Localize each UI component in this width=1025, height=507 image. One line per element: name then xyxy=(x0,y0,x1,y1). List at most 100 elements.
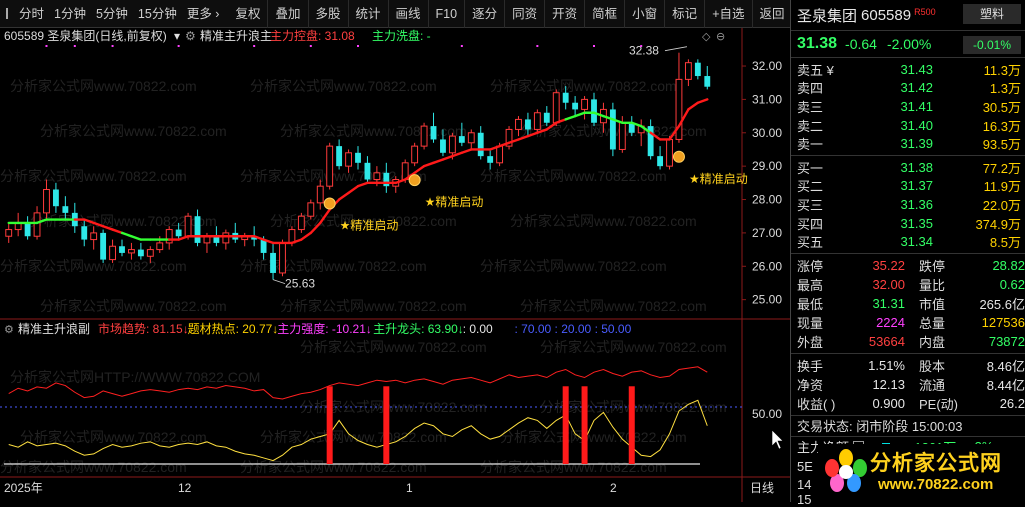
sub-indicator-name[interactable]: 精准主升浪副 xyxy=(18,321,90,336)
stat-row: 涨停 35.22 跌停 28.82 xyxy=(791,256,1025,275)
watermark-text: 分析家公式网www.70822.com xyxy=(240,459,427,475)
order-row: 卖二 31.40 16.3万 xyxy=(791,116,1025,135)
order-row: 买三 31.36 22.0万 xyxy=(791,195,1025,214)
stat-value: 8.44亿 xyxy=(986,377,1025,393)
candle-body xyxy=(270,252,276,273)
stat-value: 32.00 xyxy=(872,276,905,292)
order-price: 31.34 xyxy=(900,234,933,250)
stat-label: 股本 xyxy=(919,358,946,374)
tail-label: 14 xyxy=(797,477,812,493)
simple-frame-button[interactable]: 简框 xyxy=(585,0,626,28)
order-row: 买四 31.35 374.9万 xyxy=(791,214,1025,233)
watermark-text: 分析家公式网www.70822.com xyxy=(500,429,687,445)
order-label: 买四 xyxy=(797,216,824,232)
watermark-text: 分析家公式网www.70822.com xyxy=(40,123,227,139)
quote-stats: 涨停 35.22 跌停 28.82 最高 32.00 量比 0.62 最低 31.31 市值 265.… xyxy=(791,254,1025,354)
watermark-text: 分析家公式网www.70822.com xyxy=(480,258,667,274)
order-price: 31.38 xyxy=(900,159,933,175)
adjust-button[interactable]: 复权 xyxy=(228,0,269,28)
marker-dot xyxy=(73,45,76,47)
signal-bar xyxy=(628,386,635,464)
high-price-label: 32.38 xyxy=(629,44,659,58)
sub-indicator-label: 主升龙头: 63.90↓ xyxy=(373,322,464,336)
open-capital-button[interactable]: 开资 xyxy=(545,0,586,28)
by-minute-button[interactable]: 逐分 xyxy=(465,0,506,28)
stat-label: 跌停 xyxy=(919,258,946,274)
industry-tag[interactable]: 塑料 xyxy=(963,4,1021,24)
period-tab-15min[interactable]: 15分钟 xyxy=(133,0,182,28)
stat-label: 流通 xyxy=(919,377,946,393)
period-label[interactable]: 日线 xyxy=(750,481,774,495)
period-tab-1min[interactable]: 1分钟 xyxy=(49,0,91,28)
industry-change-pct[interactable]: -0.01% xyxy=(963,36,1021,54)
candle-body xyxy=(175,229,182,237)
candle-body xyxy=(552,92,560,124)
sub-indicator-label: 主力强度: -10.21↓ xyxy=(277,321,372,336)
order-label: 卖一 xyxy=(797,137,824,153)
draw-line-button[interactable]: 画线 xyxy=(389,0,429,28)
signal-bar xyxy=(326,386,333,464)
fundamental-stats: 换手 1.51% 股本 8.46亿 净资 12.13 流通 8.44亿 收益( ) 0.900 PE… xyxy=(791,354,1025,416)
overlay-button[interactable]: 叠加 xyxy=(268,0,309,28)
period-tab-minute[interactable]: 分时 xyxy=(14,0,49,28)
marker-dot xyxy=(536,45,539,47)
stat-label: PE(动) xyxy=(919,396,959,412)
stat-value: 265.6亿 xyxy=(979,296,1025,312)
stat-label: 外盘 xyxy=(797,334,824,350)
stat-label: 现量 xyxy=(797,315,824,331)
chart-svg[interactable]: 分析家公式网www.70822.com 分析家公式网www.70822.com … xyxy=(0,28,790,502)
back-button[interactable]: 返回 xyxy=(753,0,793,28)
candle-body xyxy=(146,249,154,257)
stat-value: 31.31 xyxy=(872,295,905,311)
stat-value: 73872 xyxy=(988,333,1025,349)
period-tab-more[interactable]: 更多 › xyxy=(182,0,225,28)
small-window-button[interactable]: 小窗 xyxy=(625,0,666,28)
money-bag-icon xyxy=(323,197,336,210)
candle-body xyxy=(81,226,88,240)
tail-label: 15 xyxy=(797,492,812,507)
candle-body xyxy=(609,109,616,150)
money-bag-icon xyxy=(672,150,685,163)
candle-body xyxy=(165,229,173,244)
statistics-button[interactable]: 统计 xyxy=(349,0,389,28)
stat-label: 内盘 xyxy=(919,334,946,350)
grid-icon[interactable] xyxy=(6,8,8,19)
collapse-icon[interactable]: ⊖ xyxy=(716,31,725,43)
chart-area[interactable]: 分析家公式网www.70822.com 分析家公式网www.70822.com … xyxy=(0,28,790,502)
candle-body xyxy=(109,245,116,261)
marker-dot xyxy=(309,45,312,47)
sub-settings-icon[interactable]: ⚙ xyxy=(4,324,14,336)
period-tab-5min[interactable]: 5分钟 xyxy=(91,0,133,28)
order-label: 买一 xyxy=(797,160,824,176)
quote-header: 圣泉集团 605589 R500 塑料 xyxy=(791,0,1025,31)
stat-label: 净资 xyxy=(797,377,824,393)
watermark-text: 分析家公式网www.70822.com xyxy=(250,78,437,94)
settings-icon[interactable]: ⚙ xyxy=(185,29,196,43)
stat-row: 最高 32.00 量比 0.62 xyxy=(791,275,1025,294)
order-volume: 1.3万 xyxy=(989,81,1021,97)
indicator-name[interactable]: 精准主升浪主 xyxy=(200,28,272,43)
watermark-text: 分析家公式网www.70822.com xyxy=(0,168,187,184)
stat-value: 127536 xyxy=(981,314,1025,330)
mark-button[interactable]: 标记 xyxy=(665,0,706,28)
dropdown-icon[interactable]: ▾ xyxy=(174,29,180,43)
stat-row: 现量 2224 总量 127536 xyxy=(791,313,1025,332)
signal-bar xyxy=(581,386,588,464)
low-price-label: 25.63 xyxy=(285,277,315,291)
f10-button[interactable]: F10 xyxy=(429,0,466,28)
watermark-text: 分析家公式网www.70822.com xyxy=(280,123,467,139)
control-label: 主力控盘: 31.08 xyxy=(270,28,355,43)
multi-stock-button[interactable]: 多股 xyxy=(309,0,349,28)
order-volume: 11.3万 xyxy=(983,62,1021,78)
candle-body xyxy=(260,239,267,253)
same-capital-button[interactable]: 同资 xyxy=(505,0,546,28)
candle-body xyxy=(62,206,69,213)
add-watchlist-button[interactable]: +自选 xyxy=(705,0,753,28)
candle-body xyxy=(52,189,59,207)
candle-body xyxy=(355,152,361,163)
watermark-text: 分析家公式网www.70822.com xyxy=(520,298,707,314)
stock-name: 圣泉集团 xyxy=(797,7,858,25)
diamond-icon[interactable]: ◇ xyxy=(702,31,711,43)
last-price: 31.38 xyxy=(797,35,838,52)
candle-body xyxy=(684,62,692,80)
